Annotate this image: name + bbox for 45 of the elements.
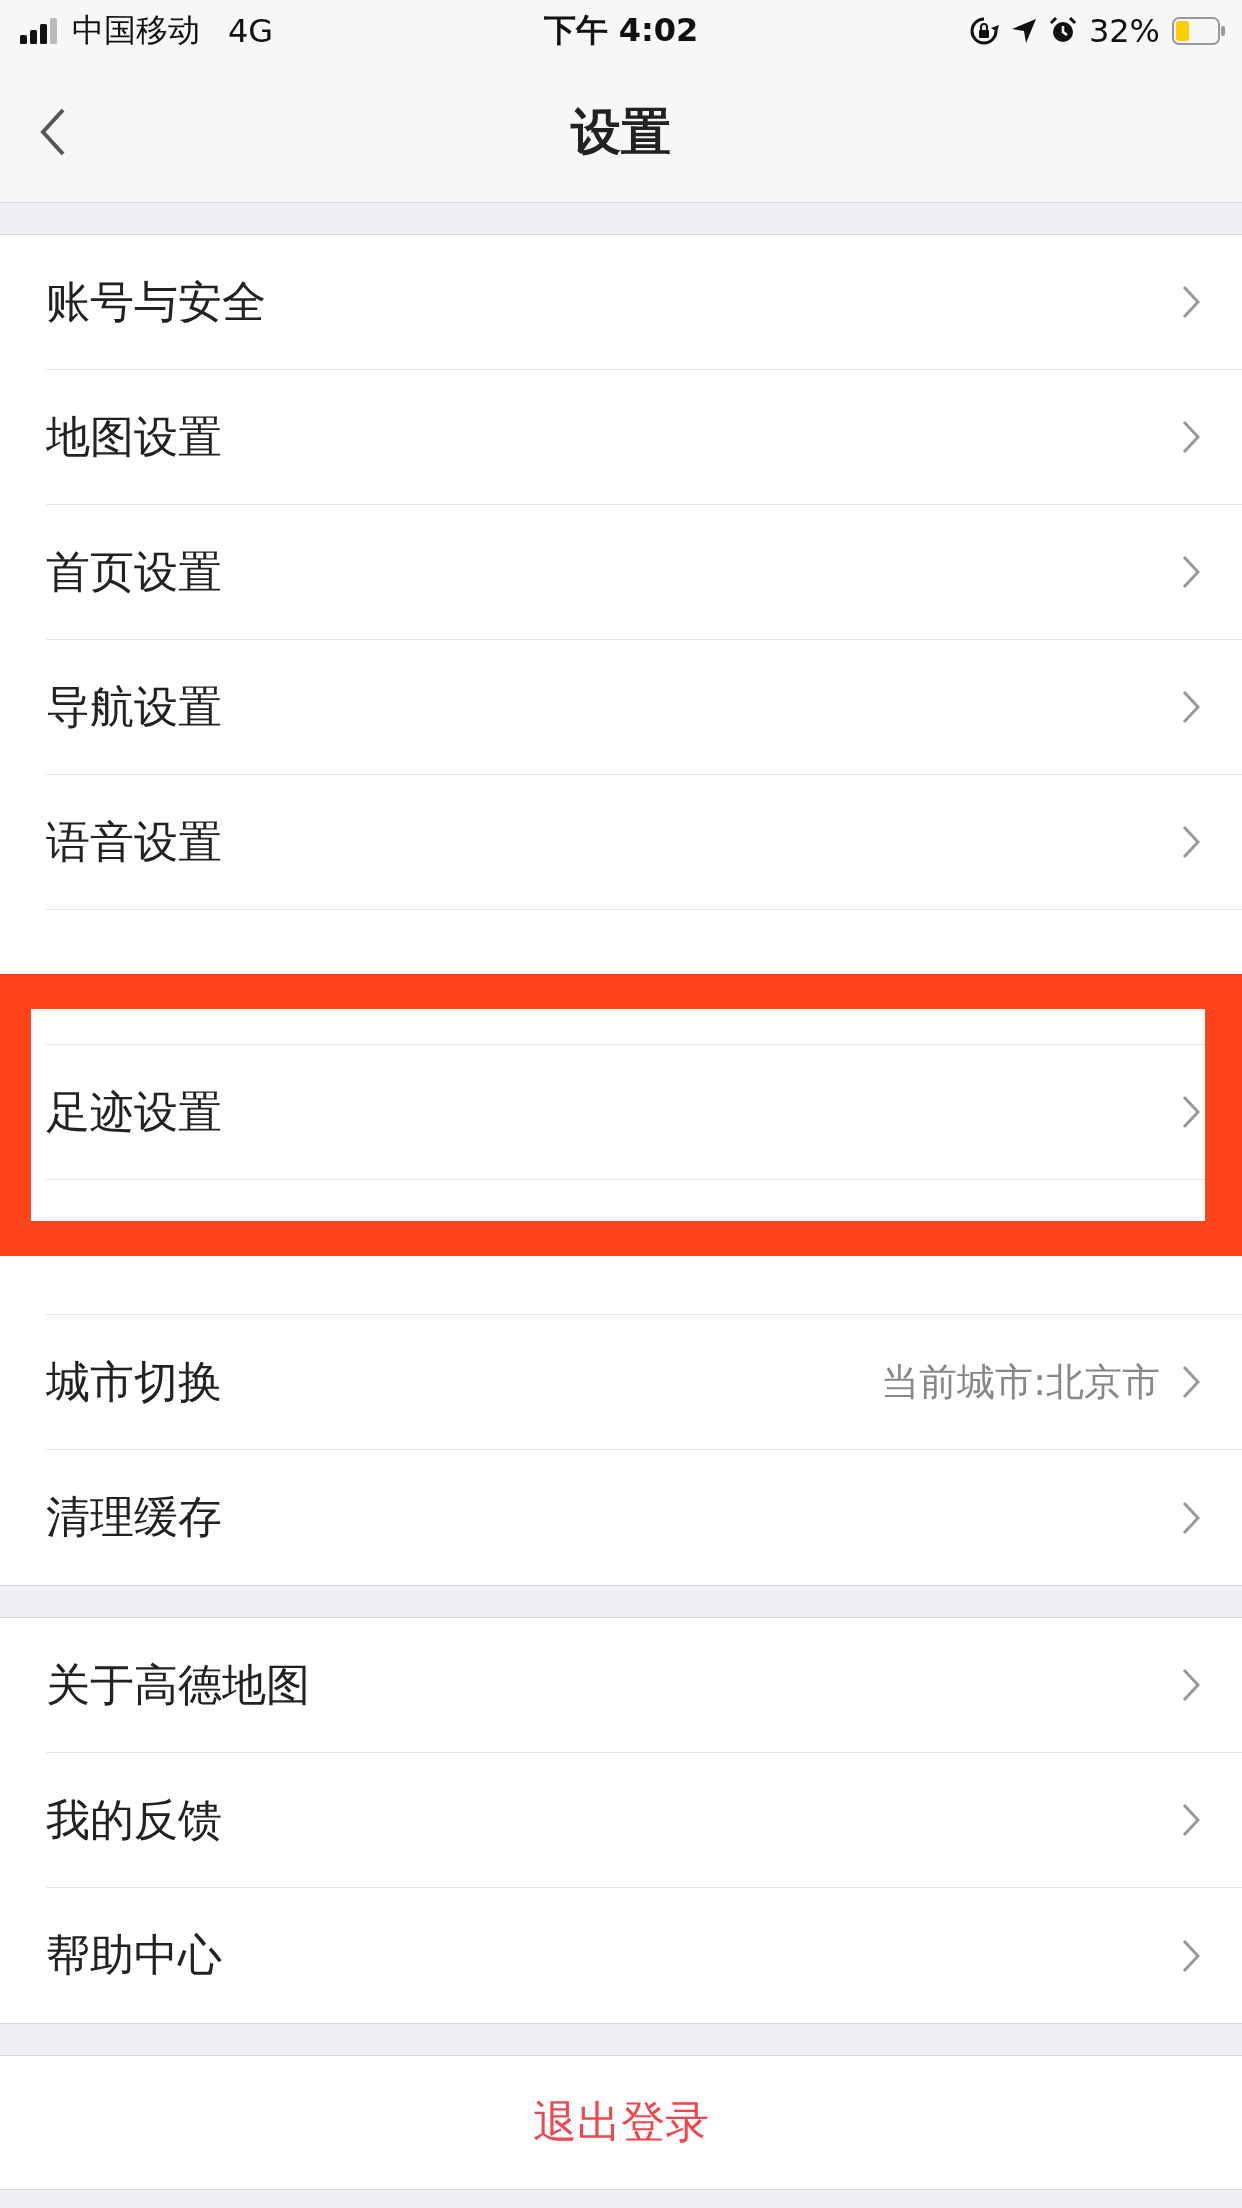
- settings-row[interactable]: 关于高德地图: [46, 1618, 1242, 1753]
- chevron-icon: [1182, 825, 1200, 859]
- row-value: 当前城市:北京市: [881, 1358, 1160, 1406]
- row-label: 清理缓存: [46, 1490, 223, 1544]
- row-label: 导航设置: [46, 679, 223, 734]
- row-label: 关于高德地图: [46, 1657, 311, 1712]
- chevron-icon: [1182, 1095, 1200, 1129]
- settings-row[interactable]: 首页设置: [46, 505, 1242, 640]
- row-label: 帮助中心: [46, 1928, 223, 1982]
- chevron-icon: [1182, 1803, 1200, 1837]
- row-label: 账号与安全: [46, 274, 267, 329]
- battery-icon: [1172, 17, 1226, 45]
- status-time: 下午 4:02: [543, 10, 699, 51]
- chevron-icon: [1182, 420, 1200, 454]
- row-label: 语音设置: [46, 814, 223, 869]
- row-label: 首页设置: [46, 544, 223, 599]
- settings-row[interactable]: 导航设置: [46, 640, 1242, 775]
- settings-row[interactable]: 地图设置: [46, 370, 1242, 505]
- page-title: 设置: [571, 101, 671, 163]
- battery-percent: 32%: [1088, 12, 1160, 50]
- settings-row[interactable]: 城市切换 当前城市:北京市: [46, 1315, 1242, 1450]
- chevron-icon: [1182, 1668, 1200, 1702]
- chevron-icon: [1182, 1365, 1200, 1399]
- back-icon[interactable]: [40, 108, 66, 156]
- rotation-lock-icon: [968, 16, 999, 46]
- settings-row[interactable]: 账号与安全: [46, 235, 1242, 370]
- carrier-name: 中国移动: [72, 10, 200, 51]
- alarm-icon: [1048, 17, 1077, 45]
- row-label: 地图设置: [46, 409, 223, 464]
- row-label: 我的反馈: [46, 1792, 223, 1847]
- signal-icon: [20, 18, 60, 44]
- settings-row[interactable]: 清理缓存: [46, 1450, 1242, 1585]
- settings-row[interactable]: 我的反馈: [46, 1753, 1242, 1888]
- row-label: 足迹设置: [46, 1084, 223, 1139]
- network-type: 4G: [228, 12, 274, 50]
- chevron-icon: [1182, 285, 1200, 319]
- chevron-icon: [1182, 690, 1200, 724]
- settings-row[interactable]: 语音设置: [46, 775, 1242, 910]
- chevron-icon: [1182, 555, 1200, 589]
- settings-row[interactable]: 足迹设置: [46, 1045, 1242, 1180]
- settings-row[interactable]: 帮助中心: [46, 1888, 1242, 2023]
- location-arrow-icon: [1010, 18, 1037, 44]
- chevron-icon: [1182, 1938, 1200, 1973]
- row-label: 城市切换: [46, 1354, 223, 1409]
- chevron-icon: [1182, 1500, 1200, 1535]
